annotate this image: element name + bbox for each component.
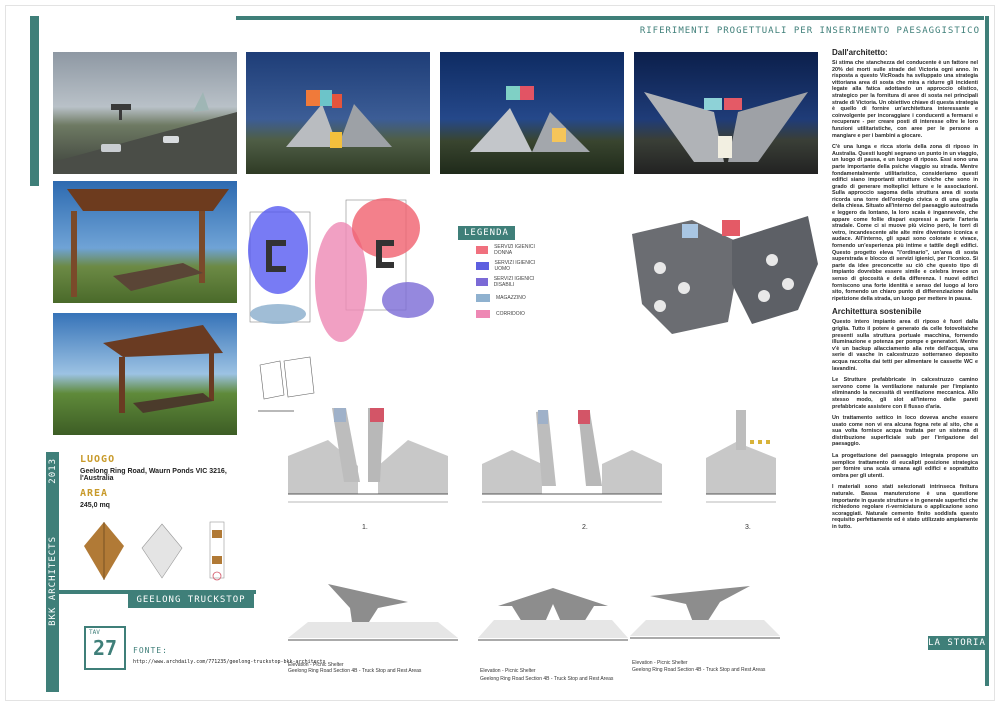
elevation-caption: Elevation - Picnic Shelter [480, 668, 536, 674]
legend-swatch [476, 294, 490, 302]
paragraph: Questo intero impianto area di riposo è … [832, 319, 978, 372]
photo-picnic-shelter-2 [53, 313, 237, 435]
legend-label: MAGAZZINO [496, 295, 526, 301]
elevation-shelter-3 [630, 586, 780, 639]
architect-heading: Dall'architetto: [832, 48, 888, 57]
section-2 [482, 410, 662, 503]
legend-item: CORRIDOIO [476, 308, 546, 320]
legend-item: SERVIZI IGIENICI DISABILI [476, 276, 546, 288]
legend-swatch [476, 246, 489, 254]
source-label: FONTE: [133, 646, 168, 655]
accent-bar-left [30, 16, 39, 186]
page-header-title: RIFERIMENTI PROGETTUALI PER INSERIMENTO … [639, 26, 980, 36]
legend-label: SERVIZI IGIENICI DISABILI [493, 276, 535, 288]
photo-highway-overview [53, 52, 237, 174]
luogo-value: Geelong Ring Road, Waurn Ponds VIC 3216,… [80, 468, 227, 482]
project-title: GEELONG TRUCKSTOP [128, 592, 254, 608]
section-number: 1. [362, 524, 368, 531]
photo-shelter-art-2 [103, 325, 223, 413]
legend-label: CORRIDOIO [496, 311, 525, 317]
paragraph: La progettazione del paesaggio integrata… [832, 453, 978, 479]
elevation-caption: Elevation - Picnic Shelter [632, 660, 688, 666]
legend-title: LEGENDA [458, 226, 515, 240]
paragraph: Un trattamento settico in loco doveva an… [832, 415, 978, 448]
accent-bar-right [985, 16, 989, 686]
legend-item: SERVIZI IGIENICI DONNA [476, 244, 546, 256]
photo-tower-art-1 [286, 90, 392, 148]
legend: LEGENDA SERVIZI IGIENICI DONNA SERVIZI I… [446, 222, 546, 322]
photo-highway-art [53, 92, 237, 174]
elevation-shelter-1 [288, 584, 458, 641]
architects-name: BKK ARCHITECTS [47, 535, 58, 626]
tav-number: 27 [92, 636, 118, 660]
photo-tower-art-2 [470, 86, 590, 152]
paragraph: C'è una lunga e ricca storia della zona … [832, 144, 978, 302]
section-number: 3. [745, 524, 751, 531]
photo-tower-dusk-2 [440, 52, 624, 174]
elevation-caption: Geelong Ring Road Section 4B - Truck Sto… [480, 676, 614, 682]
photo-picnic-shelter-1 [53, 181, 237, 303]
project-year: 2013 [47, 458, 58, 484]
accent-bar-top [236, 16, 984, 20]
section-1 [288, 408, 448, 503]
floor-plan-colored [248, 198, 434, 342]
description-column: Dall'architetto: Si stima che stanchezza… [832, 48, 978, 644]
paragraph: Si stima che stanchezza del conducente è… [832, 60, 978, 139]
paragraph: I materiali sono stati selezionati intri… [832, 484, 978, 530]
roof-plan [632, 216, 818, 334]
tav-box: TAV 27 [84, 626, 126, 670]
section-3 [706, 410, 776, 503]
legend-swatch [476, 262, 489, 270]
sustainable-heading: Architettura sostenibile [832, 307, 922, 317]
legend-swatch [476, 278, 488, 286]
shelter-icons [84, 521, 225, 581]
photo-tower-art-3 [644, 92, 808, 162]
legend-label: SERVIZI IGIENICI DONNA [494, 244, 535, 256]
tav-label: TAV [89, 629, 100, 636]
legend-label: SERVIZI IGIENICI UOMO [494, 260, 536, 272]
luogo-label: LUOGO [80, 454, 116, 465]
elevation-caption: Geelong Ring Road Section 4B - Truck Sto… [632, 667, 766, 673]
elevation-shelter-2 [478, 588, 628, 641]
photo-shelter-art-1 [67, 189, 229, 297]
vertical-strip: 2013 BKK ARCHITECTS [46, 452, 59, 692]
photo-tower-dusk-1 [246, 52, 430, 174]
paragraph: Le Strutture prefabbricate in calcestruz… [832, 377, 978, 410]
photo-tower-dusk-3 [634, 52, 818, 174]
area-value: 245,0 mq [80, 502, 110, 509]
legend-swatch [476, 310, 490, 318]
legend-item: MAGAZZINO [476, 292, 546, 304]
area-label: AREA [80, 488, 109, 499]
section-tag-storia: LA STORIA [928, 636, 986, 650]
elevation-caption: Geelong Ring Road Section 4B - Truck Sto… [288, 668, 422, 674]
legend-item: SERVIZI IGIENICI UOMO [476, 260, 546, 272]
location-panel: LUOGO Geelong Ring Road, Waurn Ponds VIC… [80, 454, 260, 514]
section-number: 2. [582, 524, 588, 531]
source-url: http://www.archdaily.com/771235/geelong-… [133, 659, 326, 665]
